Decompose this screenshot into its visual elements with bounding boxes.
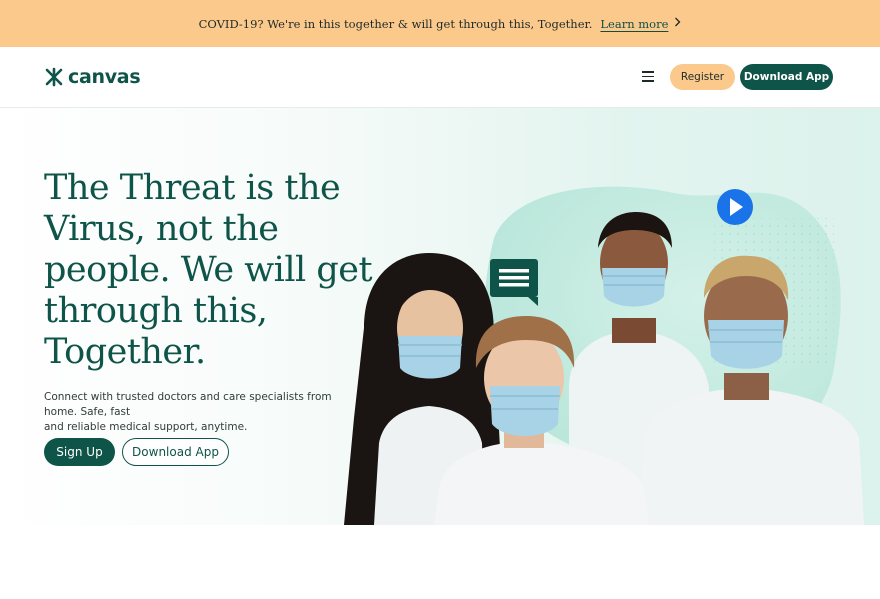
- headline-line: through this,: [44, 291, 268, 331]
- logo-text: canvas: [68, 66, 141, 88]
- site-header: canvas Register Download App: [0, 47, 880, 108]
- learn-more-link[interactable]: Learn more: [600, 17, 668, 31]
- logo[interactable]: canvas: [44, 66, 141, 88]
- hero-section: The Threat is the Virus, not the people.…: [0, 108, 880, 525]
- announcement-bar: COVID-19? We're in this together & will …: [0, 0, 880, 47]
- hamburger-menu-icon[interactable]: [642, 71, 654, 82]
- download-app-button[interactable]: Download App: [740, 64, 833, 90]
- headline-line: people. We will get: [44, 250, 373, 290]
- hero-photo: [344, 186, 864, 525]
- download-app-hero-button[interactable]: Download App: [122, 438, 229, 466]
- play-icon[interactable]: [717, 189, 753, 225]
- sign-up-button[interactable]: Sign Up: [44, 438, 115, 466]
- subtext-line: Connect with trusted doctors and care sp…: [44, 391, 332, 418]
- hero-headline: The Threat is the Virus, not the people.…: [44, 168, 374, 373]
- register-button[interactable]: Register: [670, 64, 735, 90]
- hero-subtext: Connect with trusted doctors and care sp…: [44, 390, 364, 435]
- subtext-line: and reliable medical support, anytime.: [44, 421, 248, 433]
- announcement-message: COVID-19? We're in this together & will …: [198, 16, 593, 31]
- logo-mark-icon: [45, 67, 63, 87]
- headline-line: Together.: [44, 332, 206, 372]
- chevron-right-icon[interactable]: [674, 17, 681, 30]
- headline-line: The Threat is the: [44, 168, 341, 208]
- headline-line: Virus, not the: [44, 209, 279, 249]
